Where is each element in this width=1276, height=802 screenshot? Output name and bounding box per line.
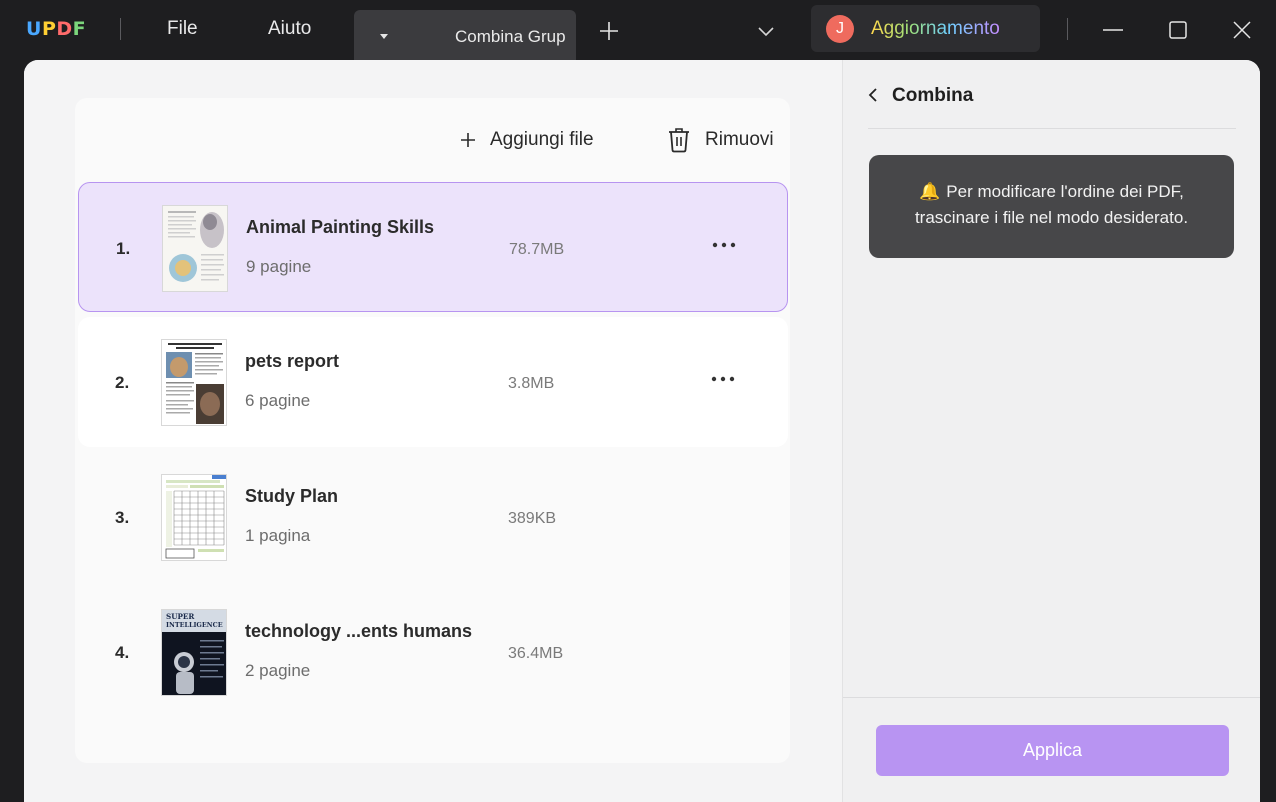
panel-title: Combina: [892, 85, 974, 106]
file-thumbnail: SUPER INTELLIGENCE: [161, 609, 227, 696]
apply-button[interactable]: Applica: [876, 725, 1229, 776]
document-preview: [163, 206, 227, 291]
logo-letter: F: [72, 18, 87, 40]
file-name: Animal Painting Skills: [246, 217, 435, 237]
file-list-card: Aggiungi file Rimuovi 1. Animal Painting…: [75, 98, 790, 763]
file-index: 1.: [116, 239, 131, 258]
caret-down-icon[interactable]: [380, 34, 388, 39]
reorder-tip: 🔔 Per modificare l'ordine dei PDF, trasci…: [869, 155, 1234, 258]
file-size: 389KB: [508, 510, 557, 527]
minimize-icon[interactable]: [1101, 18, 1125, 42]
file-thumbnail: [161, 339, 227, 426]
upgrade-button[interactable]: J Aggiornamento: [811, 5, 1040, 52]
file-row[interactable]: 4. SUPER INTELLIGENCE technology ...ents…: [78, 587, 788, 717]
file-pages: 1 pagina: [245, 526, 311, 545]
add-file-label: Aggiungi file: [490, 129, 594, 150]
document-tab[interactable]: Combina Grup: [354, 10, 576, 60]
file-pages: 2 pagine: [245, 661, 311, 680]
document-preview: SUPER INTELLIGENCE: [162, 610, 226, 695]
file-name: Study Plan: [245, 486, 339, 506]
file-row[interactable]: 1. Animal Painting Skills 9 pagine 78.7M…: [78, 182, 788, 312]
remove-button[interactable]: Rimuovi: [667, 125, 774, 155]
divider: [868, 128, 1236, 129]
plus-icon: [461, 133, 475, 147]
divider: [843, 697, 1260, 698]
add-file-button[interactable]: Aggiungi file: [460, 125, 594, 155]
file-pages: 6 pagine: [245, 391, 311, 410]
document-preview: [162, 475, 226, 560]
bell-icon: 🔔: [919, 182, 941, 201]
maximize-icon[interactable]: [1166, 18, 1190, 42]
file-name: technology ...ents humans: [245, 621, 473, 641]
file-index: 2.: [115, 373, 130, 392]
upgrade-label: Aggiornamento: [871, 18, 1000, 39]
divider: [120, 18, 121, 40]
more-options-icon[interactable]: [710, 369, 736, 389]
thumb-text: SUPER: [166, 612, 195, 621]
file-size: 36.4MB: [508, 645, 564, 662]
logo-letter: U: [26, 18, 42, 40]
close-icon[interactable]: [1230, 18, 1254, 42]
file-index: 3.: [115, 508, 130, 527]
logo-letter: D: [56, 18, 73, 40]
file-row[interactable]: 2. pets report 6 pagine 3.8MB: [78, 317, 788, 447]
panel-header: Combina: [843, 60, 1260, 130]
thumb-text: INTELLIGENCE: [166, 621, 223, 629]
logo-letter: P: [41, 18, 57, 40]
trash-icon: [669, 128, 689, 153]
combine-window: Aggiungi file Rimuovi 1. Animal Painting…: [24, 60, 1260, 802]
file-thumbnail: [161, 474, 227, 561]
tip-text: trascinare i file nel modo desiderato.: [914, 208, 1189, 227]
avatar: J: [826, 15, 854, 43]
file-thumbnail: [162, 205, 228, 292]
file-pages: 9 pagine: [246, 257, 312, 276]
combine-panel: Combina 🔔 Per modificare l'ordine dei PDF…: [842, 60, 1260, 802]
file-size: 78.7MB: [509, 241, 565, 258]
back-icon[interactable]: [866, 87, 880, 103]
divider: [1067, 18, 1068, 40]
chevron-down-icon[interactable]: [754, 20, 778, 44]
tab-label: Combina Grup: [455, 27, 566, 46]
tip-text: Per modificare l'ordine dei PDF,: [946, 182, 1184, 201]
document-preview: [162, 340, 226, 425]
file-list-panel: Aggiungi file Rimuovi 1. Animal Painting…: [24, 60, 842, 802]
menu-file[interactable]: File: [167, 18, 198, 40]
file-size: 3.8MB: [508, 375, 555, 392]
more-options-icon[interactable]: [711, 235, 737, 255]
title-bar: UPDF File Aiuto Combina Grup J Aggiornam…: [0, 0, 1276, 60]
file-index: 4.: [115, 643, 130, 662]
file-row[interactable]: 3. Study Plan 1 pagina 389KB: [78, 452, 788, 582]
plus-icon[interactable]: [596, 18, 622, 44]
file-name: pets report: [245, 351, 340, 371]
remove-label: Rimuovi: [705, 129, 774, 150]
menu-help[interactable]: Aiuto: [268, 18, 311, 40]
app-logo: UPDF: [26, 18, 86, 40]
